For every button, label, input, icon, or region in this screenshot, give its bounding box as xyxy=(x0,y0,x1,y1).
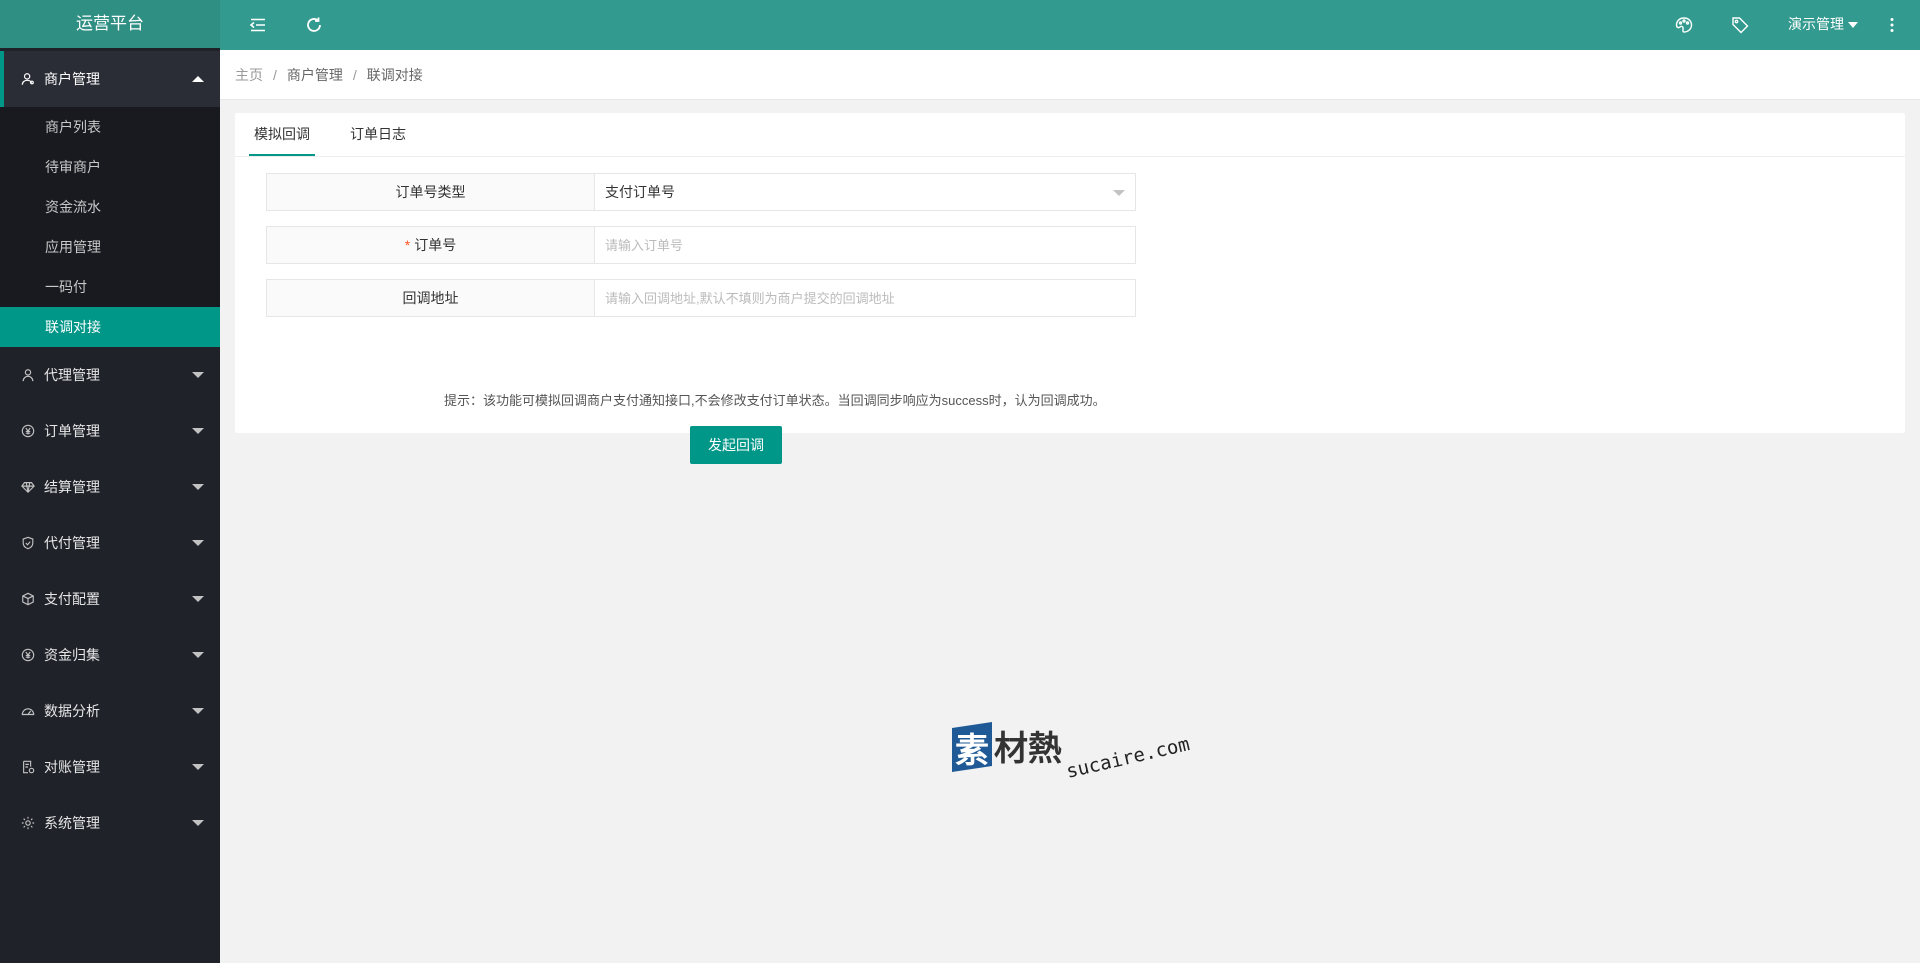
menu-label: 资金归集 xyxy=(44,647,100,663)
tag-icon[interactable] xyxy=(1728,13,1752,37)
chevron-down-icon xyxy=(192,596,204,602)
watermark-brand-first: 素 xyxy=(955,731,989,771)
order-no-field-wrap xyxy=(594,226,1136,264)
platform-title: 运营平台 xyxy=(0,0,220,48)
menu-label: 结算管理 xyxy=(44,479,100,495)
order-no-label: 订单号 xyxy=(414,237,457,253)
tab-bar: 模拟回调 订单日志 xyxy=(235,113,1905,157)
menu-merchant-management[interactable]: 商户管理 xyxy=(0,51,220,107)
document-check-icon xyxy=(20,759,36,775)
tip-text: 提示：该功能可模拟回调商户支付通知接口,不会修改支付订单状态。当回调同步响应为s… xyxy=(444,393,1106,408)
breadcrumb: 主页 / 商户管理 / 联调对接 xyxy=(220,50,1920,100)
main-card: 模拟回调 订单日志 订单号类型 支付订单号 *订单号 回调地址 提示：该功能可模… xyxy=(235,113,1905,464)
yen-circle-icon xyxy=(20,647,36,663)
sidebar-item-merchant-list[interactable]: 商户列表 xyxy=(0,107,220,147)
menu-label: 对账管理 xyxy=(44,759,100,775)
sidebar-item-app-management[interactable]: 应用管理 xyxy=(0,227,220,267)
watermark-brand-rest: 材熱 xyxy=(994,729,1062,769)
required-mark: * xyxy=(404,237,411,253)
callback-form: 订单号类型 支付订单号 *订单号 回调地址 提示：该功能可模拟回调商户支付通知接… xyxy=(266,173,1136,464)
menu-label: 支付配置 xyxy=(44,591,100,607)
chevron-down-icon xyxy=(192,484,204,490)
chevron-down-icon xyxy=(1113,190,1125,196)
breadcrumb-separator: / xyxy=(273,67,277,83)
chevron-down-icon xyxy=(192,540,204,546)
chevron-down-icon xyxy=(192,764,204,770)
menu-payout-management[interactable]: 代付管理 xyxy=(0,515,220,571)
menu-fold-icon[interactable] xyxy=(246,13,270,37)
cube-icon xyxy=(20,591,36,607)
breadcrumb-separator: / xyxy=(352,67,357,83)
row-order-type: 订单号类型 支付订单号 xyxy=(266,173,1136,211)
order-no-input[interactable] xyxy=(595,227,1135,263)
menu-order-management[interactable]: 订单管理 xyxy=(0,403,220,459)
diamond-icon xyxy=(20,479,36,495)
breadcrumb-home[interactable]: 主页 xyxy=(235,67,263,83)
menu-payment-config[interactable]: 支付配置 xyxy=(0,571,220,627)
top-header: 演示管理 xyxy=(220,0,1920,50)
callback-url-label: 回调地址 xyxy=(266,279,594,317)
sidebar-item-one-code-pay[interactable]: 一码付 xyxy=(0,267,220,307)
user-icon xyxy=(20,71,36,87)
order-type-label: 订单号类型 xyxy=(266,173,594,211)
palette-icon[interactable] xyxy=(1672,13,1696,37)
menu-label: 代付管理 xyxy=(44,535,100,551)
menu-fund-collection[interactable]: 资金归集 xyxy=(0,627,220,683)
caret-down-icon xyxy=(1848,22,1858,29)
sidebar-item-fund-flow[interactable]: 资金流水 xyxy=(0,187,220,227)
chevron-down-icon xyxy=(192,708,204,714)
menu-label: 商户管理 xyxy=(44,71,100,87)
chevron-down-icon xyxy=(192,820,204,826)
menu-label: 数据分析 xyxy=(44,703,100,719)
menu-label: 代理管理 xyxy=(44,367,100,383)
submenu-merchant: 商户列表 待审商户 资金流水 应用管理 一码付 联调对接 xyxy=(0,107,220,347)
row-callback-url: 回调地址 xyxy=(266,279,1136,317)
user-outline-icon xyxy=(20,367,36,383)
menu-agent-management[interactable]: 代理管理 xyxy=(0,347,220,403)
chevron-down-icon xyxy=(192,428,204,434)
menu-data-analysis[interactable]: 数据分析 xyxy=(0,683,220,739)
chevron-down-icon xyxy=(192,372,204,378)
order-no-label-wrap: * 订单号 xyxy=(266,226,594,264)
menu-reconciliation[interactable]: 对账管理 xyxy=(0,739,220,795)
breadcrumb-current: 联调对接 xyxy=(366,67,423,83)
menu-settlement-management[interactable]: 结算管理 xyxy=(0,459,220,515)
sidebar-item-integration[interactable]: 联调对接 xyxy=(0,307,220,347)
watermark-logo: 素 材熱 sucaire.com xyxy=(950,720,1200,800)
sidebar-item-pending-merchants[interactable]: 待审商户 xyxy=(0,147,220,187)
callback-url-input[interactable] xyxy=(595,280,1135,316)
order-type-value[interactable]: 支付订单号 xyxy=(595,174,1135,210)
watermark-domain: sucaire.com xyxy=(1064,733,1192,783)
yen-circle-icon xyxy=(20,423,36,439)
chevron-down-icon xyxy=(192,652,204,658)
menu-system-management[interactable]: 系统管理 xyxy=(0,795,220,851)
user-menu[interactable]: 演示管理 xyxy=(1788,0,1858,50)
user-name: 演示管理 xyxy=(1788,16,1844,32)
submit-callback-button[interactable]: 发起回调 xyxy=(690,426,782,464)
menu-label: 订单管理 xyxy=(44,423,100,439)
refresh-icon[interactable] xyxy=(302,13,326,37)
callback-url-field-wrap xyxy=(594,279,1136,317)
gear-icon xyxy=(20,815,36,831)
breadcrumb-merchant[interactable]: 商户管理 xyxy=(287,67,343,83)
menu-label: 系统管理 xyxy=(44,815,100,831)
order-type-select[interactable]: 支付订单号 xyxy=(594,173,1136,211)
dashboard-icon xyxy=(20,703,36,719)
tab-order-log[interactable]: 订单日志 xyxy=(345,113,411,156)
tab-simulate-callback[interactable]: 模拟回调 xyxy=(249,113,315,156)
sidebar: 运营平台 商户管理 商户列表 待审商户 资金流水 应用管理 一码付 联调对接 代… xyxy=(0,0,220,963)
row-order-no: * 订单号 xyxy=(266,226,1136,264)
chevron-up-icon xyxy=(192,76,204,82)
shield-check-icon xyxy=(20,535,36,551)
menu-group-merchant: 商户管理 商户列表 待审商户 资金流水 应用管理 一码付 联调对接 xyxy=(0,51,220,347)
more-vertical-icon[interactable] xyxy=(1880,13,1904,37)
